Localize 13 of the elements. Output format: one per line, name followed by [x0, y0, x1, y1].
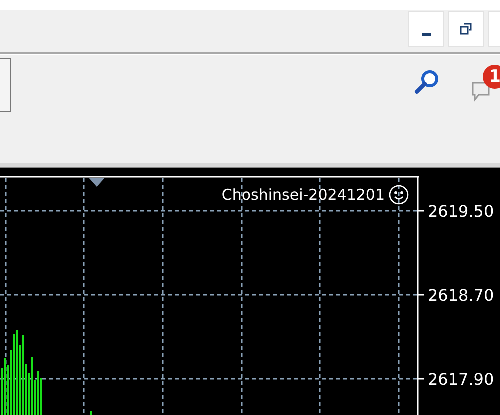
restore-button[interactable] [448, 11, 484, 47]
search-icon[interactable] [414, 69, 440, 95]
minimize-button[interactable] [408, 11, 444, 47]
price-label: 2617.90 [428, 370, 494, 389]
price-label: 2618.70 [428, 286, 494, 305]
notification-badge: 1 [483, 65, 500, 89]
minimize-icon [422, 32, 430, 36]
price-label: 2619.50 [428, 202, 494, 221]
marker-icon [89, 178, 105, 187]
restore-icon [460, 23, 472, 35]
input-field[interactable] [0, 58, 11, 112]
symbol-label: Choshinsei-20241201 [222, 186, 385, 204]
smiley-icon[interactable] [389, 185, 409, 205]
